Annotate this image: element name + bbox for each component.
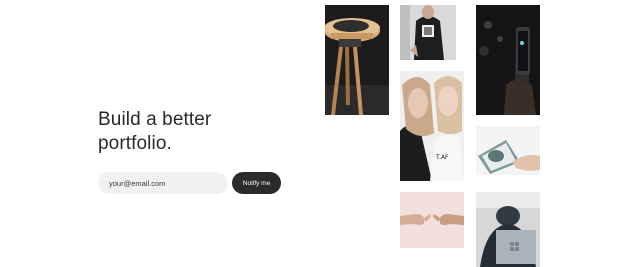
photo-book: [476, 126, 540, 175]
svg-text:T.AF: T.AF: [435, 154, 449, 161]
photo-stool: [325, 5, 389, 115]
photo-hoodie: [400, 5, 456, 60]
hero-headline: Build a better portfolio.: [98, 108, 298, 156]
notify-me-button[interactable]: Notify me: [232, 172, 281, 194]
photo-two-women: T.AF: [400, 71, 464, 181]
email-input[interactable]: [98, 172, 228, 194]
photo-pinky-promise: [400, 192, 464, 248]
photo-laptop: [476, 192, 540, 267]
hero-headline-line-2: portfolio.: [98, 133, 172, 154]
photo-phone-night: [476, 5, 540, 115]
hero-headline-line-1: Build a better: [98, 109, 212, 130]
